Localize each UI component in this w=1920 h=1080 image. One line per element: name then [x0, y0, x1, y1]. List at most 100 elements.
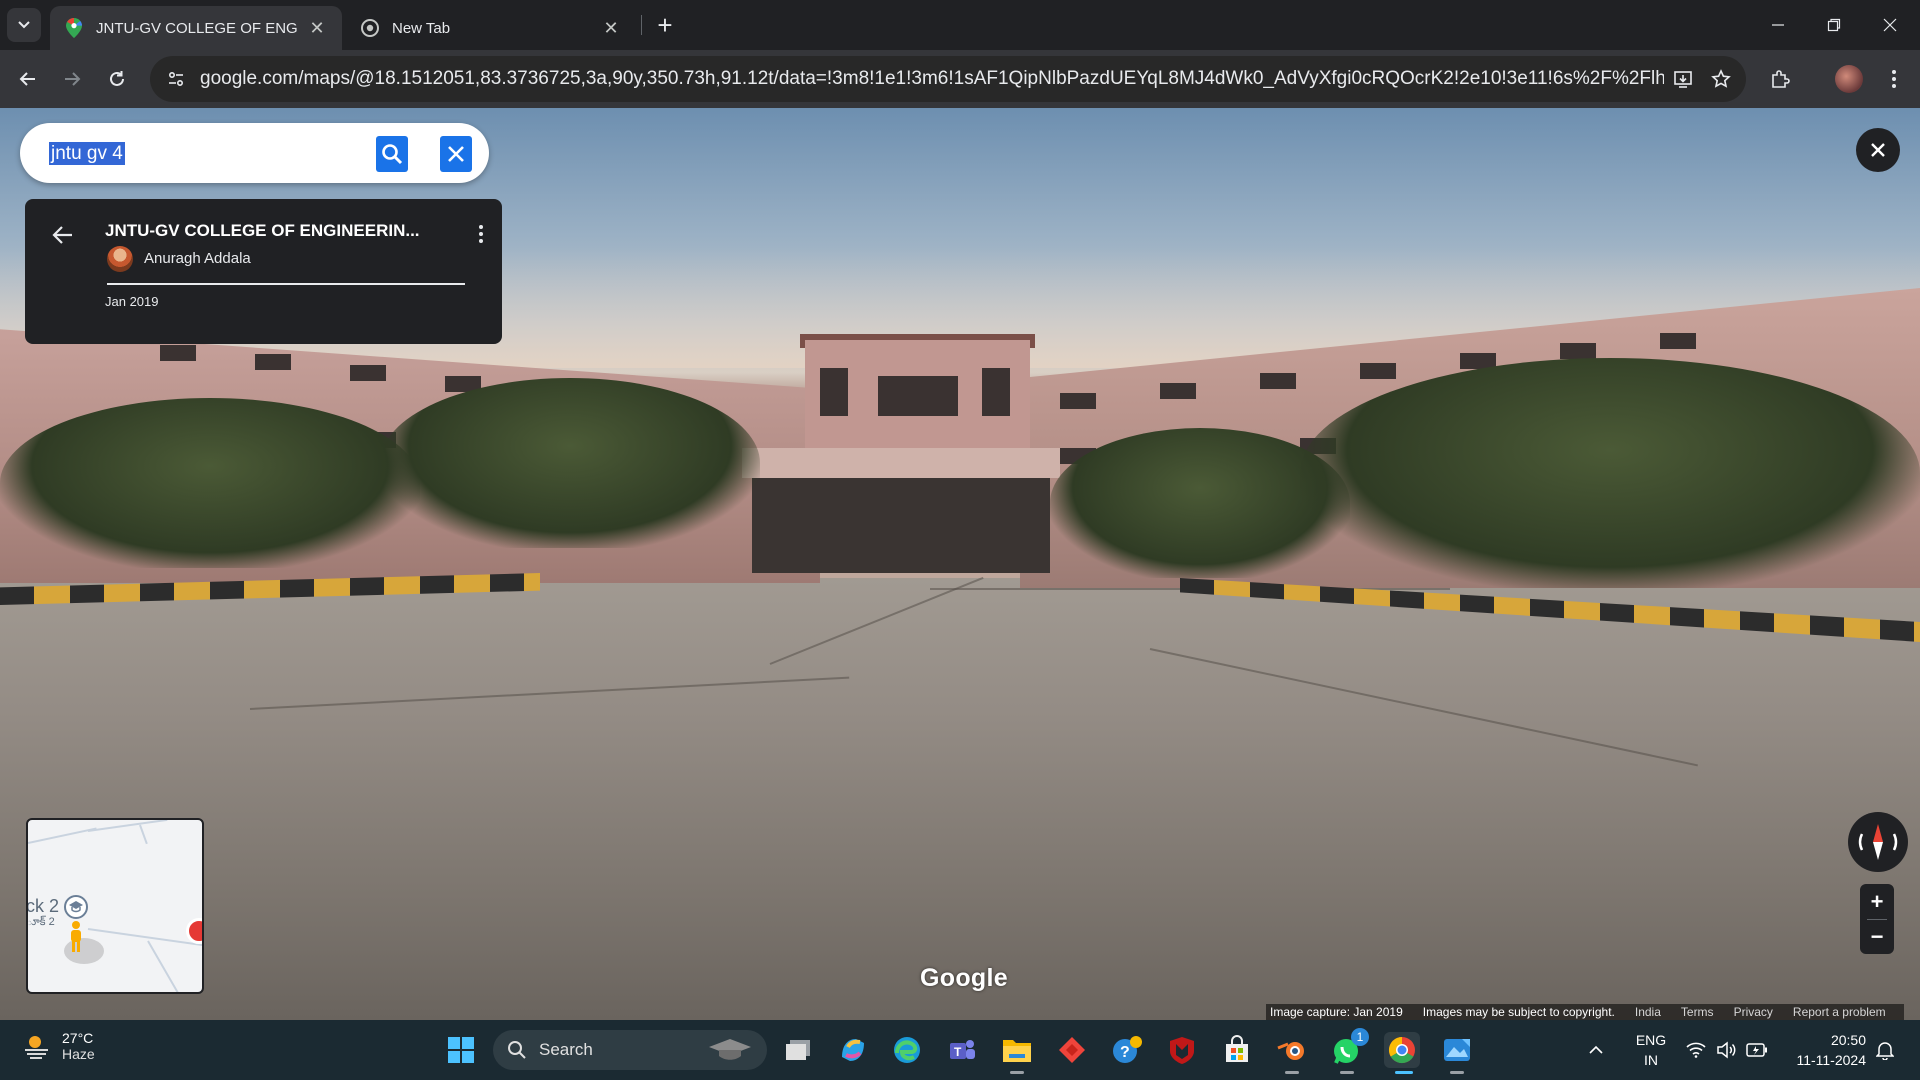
running-indicator: [1010, 1071, 1024, 1074]
weather-widget[interactable]: 27°C Haze: [22, 1030, 95, 1062]
back-to-map-button[interactable]: [49, 221, 77, 249]
tab-close-icon[interactable]: ✕: [306, 17, 328, 39]
place-title[interactable]: JNTU-GV COLLEGE OF ENGINEERIN...: [105, 221, 420, 241]
tune-icon: [168, 71, 184, 87]
haze-sun-icon: [25, 1036, 48, 1059]
teams-icon: T: [950, 1040, 975, 1059]
battery-button[interactable]: [1746, 1020, 1768, 1080]
system-clock[interactable]: 20:50 11-11-2024: [1780, 1030, 1866, 1070]
taskbar-search[interactable]: Search: [493, 1030, 767, 1070]
volume-button[interactable]: [1716, 1020, 1736, 1080]
windows-taskbar: 27°C Haze Search T ? 1 ENG IN 20:50 11-1…: [0, 1020, 1920, 1080]
map-label: ck 2: [26, 896, 60, 916]
start-button[interactable]: [443, 1032, 479, 1068]
copilot-icon: [842, 1039, 864, 1061]
maps-search-box[interactable]: jntu gv 4: [20, 123, 489, 183]
bookmark-button[interactable]: [1702, 60, 1740, 98]
copilot-button[interactable]: [835, 1032, 871, 1068]
graduation-cap-icon: [709, 1039, 751, 1060]
search-button[interactable]: [376, 136, 408, 172]
minimize-button[interactable]: [1750, 0, 1806, 50]
weather-condition: Haze: [62, 1046, 95, 1062]
blender-button[interactable]: [1274, 1032, 1310, 1068]
restore-icon: [1827, 18, 1841, 32]
restore-button[interactable]: [1806, 0, 1862, 50]
clear-search-button[interactable]: [440, 136, 472, 172]
get-help-button[interactable]: ?: [1109, 1032, 1145, 1068]
show-hidden-icons-button[interactable]: [1588, 1020, 1604, 1080]
school-pin-icon[interactable]: [64, 895, 88, 919]
photos-icon: [1444, 1039, 1470, 1061]
arrow-left-icon: [19, 72, 35, 86]
building-window: [1660, 333, 1696, 349]
weather-temperature: 27°C: [62, 1030, 94, 1046]
language-code: ENG: [1635, 1032, 1667, 1048]
arrow-right-icon: [65, 72, 81, 86]
back-button[interactable]: [10, 61, 46, 97]
notifications-button[interactable]: [1876, 1020, 1894, 1080]
anydesk-button[interactable]: [1054, 1032, 1090, 1068]
notification-badge: 1: [1351, 1028, 1369, 1046]
profile-avatar[interactable]: [1835, 65, 1863, 93]
blender-icon: [1277, 1042, 1304, 1060]
extensions-button[interactable]: [1762, 61, 1798, 97]
zoom-in-button[interactable]: +: [1860, 884, 1894, 919]
tab-search-button[interactable]: [7, 8, 41, 42]
mcafee-button[interactable]: [1164, 1032, 1200, 1068]
ground: [0, 578, 1920, 1020]
teams-button[interactable]: T: [944, 1032, 980, 1068]
report-problem-link[interactable]: Report a problem: [1793, 1005, 1886, 1019]
chevron-down-icon: [18, 21, 30, 29]
address-bar[interactable]: google.com/maps/@18.1512051,83.3736725,3…: [150, 56, 1746, 102]
reload-button[interactable]: [99, 61, 135, 97]
install-app-button[interactable]: [1664, 60, 1702, 98]
svg-text:?: ?: [1120, 1044, 1130, 1061]
more-vert-icon: [1892, 70, 1896, 88]
forward-button[interactable]: [54, 61, 90, 97]
mini-map[interactable]: ck 2 ూక్ 2: [26, 818, 204, 994]
url-text[interactable]: google.com/maps/@18.1512051,83.3736725,3…: [200, 68, 1664, 90]
input-language-button[interactable]: ENG IN: [1633, 1030, 1669, 1070]
chrome-menu-button[interactable]: [1878, 61, 1910, 97]
site-info-button[interactable]: [156, 59, 196, 99]
zoom-out-button[interactable]: −: [1860, 919, 1894, 954]
author-avatar[interactable]: [107, 246, 133, 272]
pegman-icon[interactable]: [68, 920, 84, 954]
tab-google-maps[interactable]: JNTU-GV COLLEGE OF ENGINEE ✕: [50, 6, 342, 50]
compass-button[interactable]: [1848, 812, 1908, 872]
tab-strip: JNTU-GV COLLEGE OF ENGINEE ✕ New Tab ✕ +: [0, 0, 1920, 50]
building-window: [820, 368, 848, 416]
google-maps-icon: [64, 18, 84, 38]
region-link[interactable]: India: [1635, 1005, 1661, 1019]
exit-street-view-button[interactable]: [1856, 128, 1900, 172]
building-window: [1160, 383, 1196, 399]
whatsapp-button[interactable]: 1: [1329, 1028, 1369, 1068]
building-window: [1560, 343, 1596, 359]
google-watermark: Google: [920, 964, 1008, 992]
terms-link[interactable]: Terms: [1681, 1005, 1714, 1019]
bell-icon: [1876, 1042, 1894, 1060]
timeline-slider[interactable]: [107, 283, 465, 285]
tab-new-tab[interactable]: New Tab ✕: [346, 6, 636, 50]
more-vert-icon: [479, 225, 483, 243]
taskbar-search-label: Search: [539, 1040, 593, 1059]
new-tab-button[interactable]: +: [650, 10, 680, 40]
photo-author[interactable]: Anuragh Addala: [144, 250, 251, 267]
task-view-button[interactable]: [780, 1032, 816, 1068]
card-more-button[interactable]: [471, 219, 491, 249]
privacy-link[interactable]: Privacy: [1734, 1005, 1773, 1019]
search-input[interactable]: jntu gv 4: [49, 142, 125, 165]
star-icon: [1711, 69, 1731, 88]
search-icon: [382, 144, 403, 165]
network-button[interactable]: [1686, 1020, 1706, 1080]
close-window-button[interactable]: [1862, 0, 1918, 50]
map-road: [28, 827, 97, 844]
map-sublabel: ూక్ 2: [26, 916, 55, 928]
tab-close-icon[interactable]: ✕: [600, 17, 622, 39]
photos-button[interactable]: [1439, 1032, 1475, 1068]
microsoft-store-button[interactable]: [1219, 1032, 1255, 1068]
edge-button[interactable]: [889, 1032, 925, 1068]
location-marker-icon[interactable]: [186, 918, 202, 944]
file-explorer-button[interactable]: [999, 1032, 1035, 1068]
chrome-taskbar-button[interactable]: [1384, 1032, 1420, 1068]
